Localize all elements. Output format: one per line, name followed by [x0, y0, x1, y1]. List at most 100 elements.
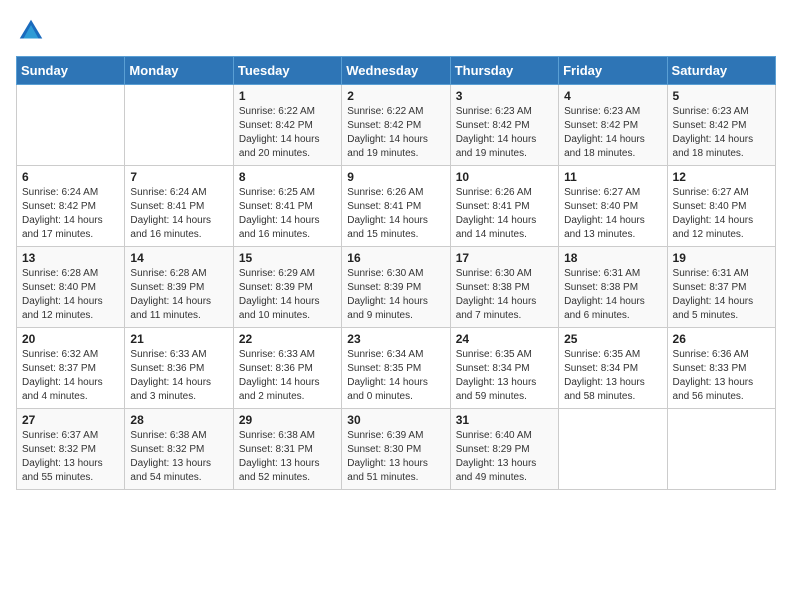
- day-number: 23: [347, 332, 444, 346]
- daylight: Daylight: 13 hours and 59 minutes.: [456, 377, 537, 402]
- day-info: Sunrise: 6:28 AM Sunset: 8:39 PM Dayligh…: [130, 267, 227, 323]
- calendar-cell: [667, 409, 775, 490]
- calendar-table: SundayMondayTuesdayWednesdayThursdayFrid…: [16, 56, 776, 490]
- day-info: Sunrise: 6:38 AM Sunset: 8:32 PM Dayligh…: [130, 429, 227, 485]
- day-info: Sunrise: 6:31 AM Sunset: 8:37 PM Dayligh…: [673, 267, 770, 323]
- day-number: 22: [239, 332, 336, 346]
- sunrise: Sunrise: 6:22 AM: [239, 106, 315, 117]
- sunset: Sunset: 8:39 PM: [239, 282, 313, 293]
- sunrise: Sunrise: 6:23 AM: [673, 106, 749, 117]
- day-info: Sunrise: 6:40 AM Sunset: 8:29 PM Dayligh…: [456, 429, 553, 485]
- calendar-cell: 14 Sunrise: 6:28 AM Sunset: 8:39 PM Dayl…: [125, 247, 233, 328]
- sunset: Sunset: 8:39 PM: [130, 282, 204, 293]
- daylight: Daylight: 13 hours and 51 minutes.: [347, 458, 428, 483]
- day-info: Sunrise: 6:38 AM Sunset: 8:31 PM Dayligh…: [239, 429, 336, 485]
- day-info: Sunrise: 6:35 AM Sunset: 8:34 PM Dayligh…: [456, 348, 553, 404]
- daylight: Daylight: 14 hours and 9 minutes.: [347, 296, 428, 321]
- calendar-cell: 1 Sunrise: 6:22 AM Sunset: 8:42 PM Dayli…: [233, 85, 341, 166]
- sunset: Sunset: 8:34 PM: [456, 363, 530, 374]
- sunrise: Sunrise: 6:24 AM: [130, 187, 206, 198]
- day-number: 13: [22, 251, 119, 265]
- calendar-cell: 16 Sunrise: 6:30 AM Sunset: 8:39 PM Dayl…: [342, 247, 450, 328]
- calendar-cell: 5 Sunrise: 6:23 AM Sunset: 8:42 PM Dayli…: [667, 85, 775, 166]
- day-info: Sunrise: 6:27 AM Sunset: 8:40 PM Dayligh…: [564, 186, 661, 242]
- sunset: Sunset: 8:41 PM: [239, 201, 313, 212]
- day-number: 3: [456, 89, 553, 103]
- day-number: 9: [347, 170, 444, 184]
- sunrise: Sunrise: 6:28 AM: [130, 268, 206, 279]
- sunset: Sunset: 8:42 PM: [239, 120, 313, 131]
- day-info: Sunrise: 6:22 AM Sunset: 8:42 PM Dayligh…: [239, 105, 336, 161]
- calendar-cell: [125, 85, 233, 166]
- calendar-cell: 17 Sunrise: 6:30 AM Sunset: 8:38 PM Dayl…: [450, 247, 558, 328]
- sunrise: Sunrise: 6:23 AM: [456, 106, 532, 117]
- calendar-cell: 15 Sunrise: 6:29 AM Sunset: 8:39 PM Dayl…: [233, 247, 341, 328]
- daylight: Daylight: 14 hours and 13 minutes.: [564, 215, 645, 240]
- sunrise: Sunrise: 6:35 AM: [456, 349, 532, 360]
- daylight: Daylight: 14 hours and 14 minutes.: [456, 215, 537, 240]
- sunset: Sunset: 8:35 PM: [347, 363, 421, 374]
- sunset: Sunset: 8:42 PM: [673, 120, 747, 131]
- sunrise: Sunrise: 6:38 AM: [130, 430, 206, 441]
- daylight: Daylight: 13 hours and 55 minutes.: [22, 458, 103, 483]
- sunrise: Sunrise: 6:31 AM: [673, 268, 749, 279]
- day-number: 29: [239, 413, 336, 427]
- daylight: Daylight: 14 hours and 0 minutes.: [347, 377, 428, 402]
- day-info: Sunrise: 6:23 AM Sunset: 8:42 PM Dayligh…: [673, 105, 770, 161]
- sunrise: Sunrise: 6:26 AM: [456, 187, 532, 198]
- day-number: 24: [456, 332, 553, 346]
- calendar-cell: [17, 85, 125, 166]
- daylight: Daylight: 14 hours and 18 minutes.: [564, 134, 645, 159]
- day-info: Sunrise: 6:36 AM Sunset: 8:33 PM Dayligh…: [673, 348, 770, 404]
- sunrise: Sunrise: 6:35 AM: [564, 349, 640, 360]
- sunset: Sunset: 8:42 PM: [456, 120, 530, 131]
- sunrise: Sunrise: 6:38 AM: [239, 430, 315, 441]
- daylight: Daylight: 14 hours and 11 minutes.: [130, 296, 211, 321]
- sunset: Sunset: 8:42 PM: [347, 120, 421, 131]
- sunset: Sunset: 8:42 PM: [22, 201, 96, 212]
- daylight: Daylight: 14 hours and 7 minutes.: [456, 296, 537, 321]
- day-info: Sunrise: 6:32 AM Sunset: 8:37 PM Dayligh…: [22, 348, 119, 404]
- sunrise: Sunrise: 6:28 AM: [22, 268, 98, 279]
- calendar-header: SundayMondayTuesdayWednesdayThursdayFrid…: [17, 57, 776, 85]
- sunrise: Sunrise: 6:32 AM: [22, 349, 98, 360]
- day-number: 17: [456, 251, 553, 265]
- daylight: Daylight: 14 hours and 18 minutes.: [673, 134, 754, 159]
- day-info: Sunrise: 6:23 AM Sunset: 8:42 PM Dayligh…: [564, 105, 661, 161]
- daylight: Daylight: 13 hours and 54 minutes.: [130, 458, 211, 483]
- sunset: Sunset: 8:29 PM: [456, 444, 530, 455]
- day-info: Sunrise: 6:31 AM Sunset: 8:38 PM Dayligh…: [564, 267, 661, 323]
- sunset: Sunset: 8:30 PM: [347, 444, 421, 455]
- weekday-row: SundayMondayTuesdayWednesdayThursdayFrid…: [17, 57, 776, 85]
- calendar-cell: 2 Sunrise: 6:22 AM Sunset: 8:42 PM Dayli…: [342, 85, 450, 166]
- weekday-header-wednesday: Wednesday: [342, 57, 450, 85]
- daylight: Daylight: 14 hours and 10 minutes.: [239, 296, 320, 321]
- sunset: Sunset: 8:32 PM: [22, 444, 96, 455]
- calendar-cell: 4 Sunrise: 6:23 AM Sunset: 8:42 PM Dayli…: [559, 85, 667, 166]
- sunrise: Sunrise: 6:25 AM: [239, 187, 315, 198]
- day-info: Sunrise: 6:23 AM Sunset: 8:42 PM Dayligh…: [456, 105, 553, 161]
- weekday-header-sunday: Sunday: [17, 57, 125, 85]
- calendar-cell: 19 Sunrise: 6:31 AM Sunset: 8:37 PM Dayl…: [667, 247, 775, 328]
- sunset: Sunset: 8:39 PM: [347, 282, 421, 293]
- day-number: 1: [239, 89, 336, 103]
- sunrise: Sunrise: 6:34 AM: [347, 349, 423, 360]
- calendar-cell: 25 Sunrise: 6:35 AM Sunset: 8:34 PM Dayl…: [559, 328, 667, 409]
- day-number: 25: [564, 332, 661, 346]
- sunrise: Sunrise: 6:39 AM: [347, 430, 423, 441]
- sunrise: Sunrise: 6:30 AM: [347, 268, 423, 279]
- calendar-cell: 11 Sunrise: 6:27 AM Sunset: 8:40 PM Dayl…: [559, 166, 667, 247]
- sunset: Sunset: 8:40 PM: [564, 201, 638, 212]
- sunset: Sunset: 8:40 PM: [22, 282, 96, 293]
- day-number: 14: [130, 251, 227, 265]
- day-info: Sunrise: 6:22 AM Sunset: 8:42 PM Dayligh…: [347, 105, 444, 161]
- calendar-week-4: 20 Sunrise: 6:32 AM Sunset: 8:37 PM Dayl…: [17, 328, 776, 409]
- day-number: 16: [347, 251, 444, 265]
- calendar-cell: 28 Sunrise: 6:38 AM Sunset: 8:32 PM Dayl…: [125, 409, 233, 490]
- calendar-cell: 26 Sunrise: 6:36 AM Sunset: 8:33 PM Dayl…: [667, 328, 775, 409]
- calendar-cell: 18 Sunrise: 6:31 AM Sunset: 8:38 PM Dayl…: [559, 247, 667, 328]
- sunset: Sunset: 8:38 PM: [564, 282, 638, 293]
- day-info: Sunrise: 6:34 AM Sunset: 8:35 PM Dayligh…: [347, 348, 444, 404]
- sunrise: Sunrise: 6:33 AM: [239, 349, 315, 360]
- daylight: Daylight: 14 hours and 16 minutes.: [239, 215, 320, 240]
